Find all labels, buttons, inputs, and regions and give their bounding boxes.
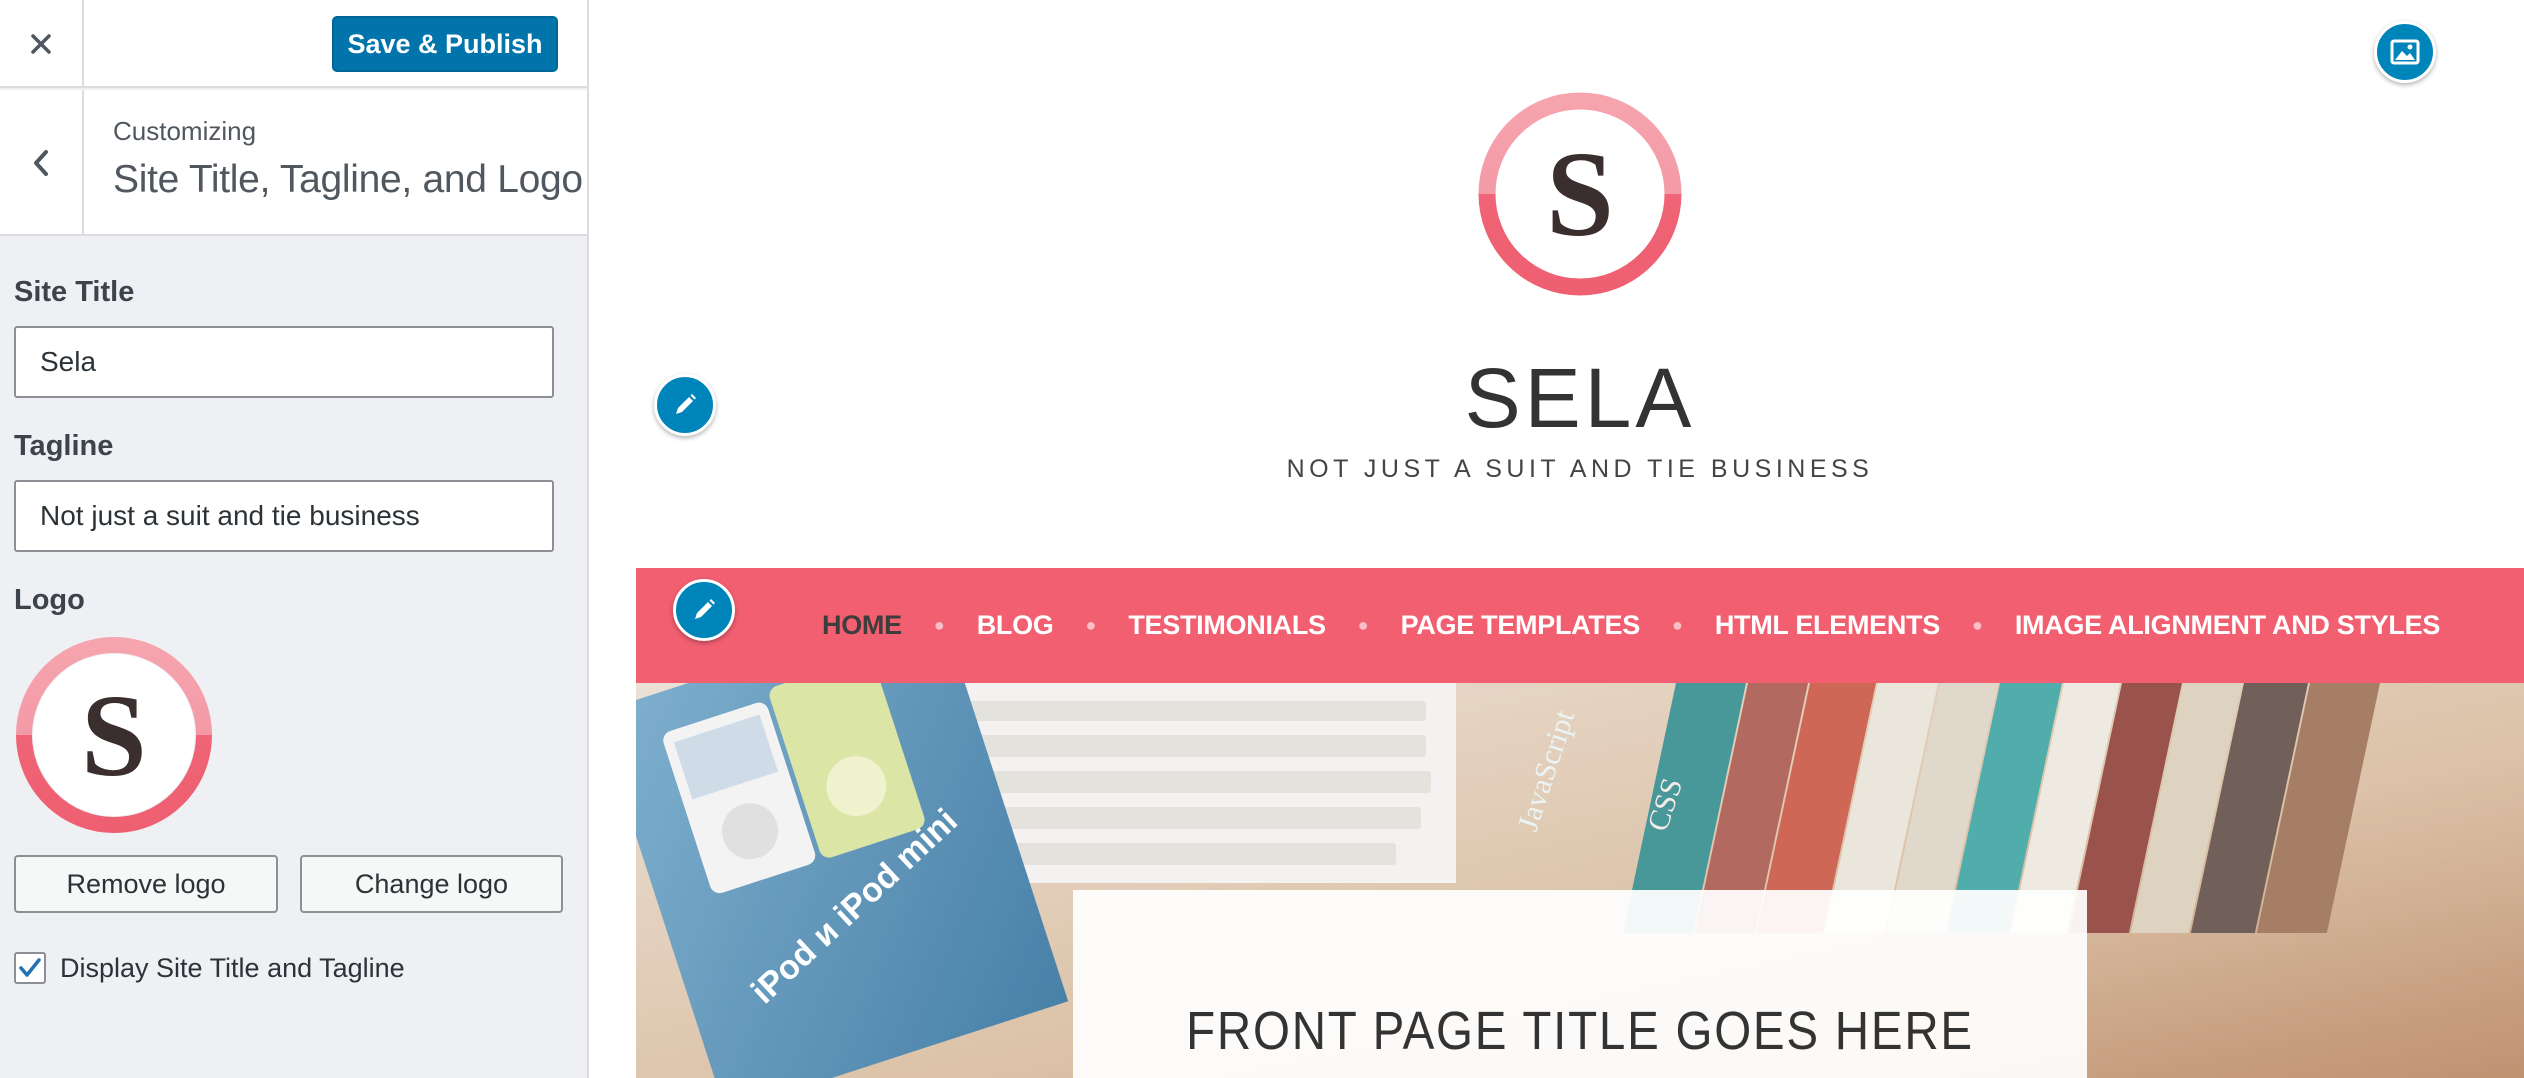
save-publish-button[interactable]: Save & Publish [332, 16, 558, 72]
nav-item-home[interactable]: HOME [822, 610, 902, 641]
logo-thumb-letter: S [81, 670, 147, 801]
header-image-edit-button[interactable] [2374, 21, 2436, 83]
nav-item-blog[interactable]: BLOG [977, 610, 1054, 641]
chevron-left-icon [34, 150, 48, 176]
nav-item-testimonials[interactable]: TESTIMONIALS [1128, 610, 1326, 641]
section-title: Site Title, Tagline, and Logo [113, 158, 583, 201]
logo-label: Logo [14, 584, 85, 616]
nav-menu: HOME ● BLOG ● TESTIMONIALS ● PAGE TEMPLA… [822, 568, 2440, 683]
nav-item-page-templates[interactable]: PAGE TEMPLATES [1401, 610, 1641, 641]
site-title-label: Site Title [14, 276, 135, 308]
customizer-header: Save & Publish [0, 0, 587, 88]
checkmark-icon [19, 958, 41, 977]
image-icon [2390, 39, 2420, 65]
breadcrumb: Customizing [113, 116, 257, 146]
display-title-tagline-checkbox[interactable] [14, 952, 46, 984]
nav-separator: ● [1671, 615, 1683, 635]
site-logo[interactable]: S [1477, 91, 1683, 297]
tagline-input[interactable] [14, 480, 554, 552]
nav-separator: ● [1357, 615, 1369, 635]
front-page-title: FRONT PAGE TITLE GOES HERE [1186, 1001, 1974, 1061]
menu-edit-button[interactable] [673, 579, 735, 641]
front-page-title-card: FRONT PAGE TITLE GOES HERE [1073, 890, 2087, 1078]
change-logo-button[interactable]: Change logo [300, 855, 563, 913]
customizer-sidebar: Save & Publish Customizing Site Title, T… [0, 0, 589, 1078]
remove-logo-button[interactable]: Remove logo [14, 855, 278, 913]
nav-separator: ● [1971, 615, 1983, 635]
close-button[interactable] [0, 0, 84, 88]
site-title-input[interactable] [14, 326, 554, 398]
nav-item-image-alignment[interactable]: IMAGE ALIGNMENT AND STYLES [2015, 610, 2441, 641]
site-logo-letter: S [1546, 127, 1614, 262]
hero-section: iPod и iPod mini JavaScript CSS FRONT PA… [636, 683, 2524, 1078]
site-title[interactable]: SELA [636, 350, 2524, 447]
site-preview: S SELA NOT JUST A SUIT AND TIE BUSINESS … [636, 0, 2524, 1078]
nav-separator: ● [1085, 615, 1097, 635]
nav-item-html-elements[interactable]: HTML ELEMENTS [1715, 610, 1940, 641]
nav-separator: ● [933, 615, 945, 635]
section-header: Customizing Site Title, Tagline, and Log… [0, 90, 587, 236]
display-title-tagline-label: Display Site Title and Tagline [60, 952, 405, 983]
display-title-tagline-row: Display Site Title and Tagline [14, 950, 405, 986]
site-tagline: NOT JUST A SUIT AND TIE BUSINESS [1286, 455, 1874, 483]
tagline-label: Tagline [14, 430, 114, 462]
logo-thumbnail[interactable]: S [14, 635, 214, 835]
back-button[interactable] [0, 90, 84, 236]
pencil-icon [695, 599, 715, 619]
close-icon [31, 34, 51, 54]
